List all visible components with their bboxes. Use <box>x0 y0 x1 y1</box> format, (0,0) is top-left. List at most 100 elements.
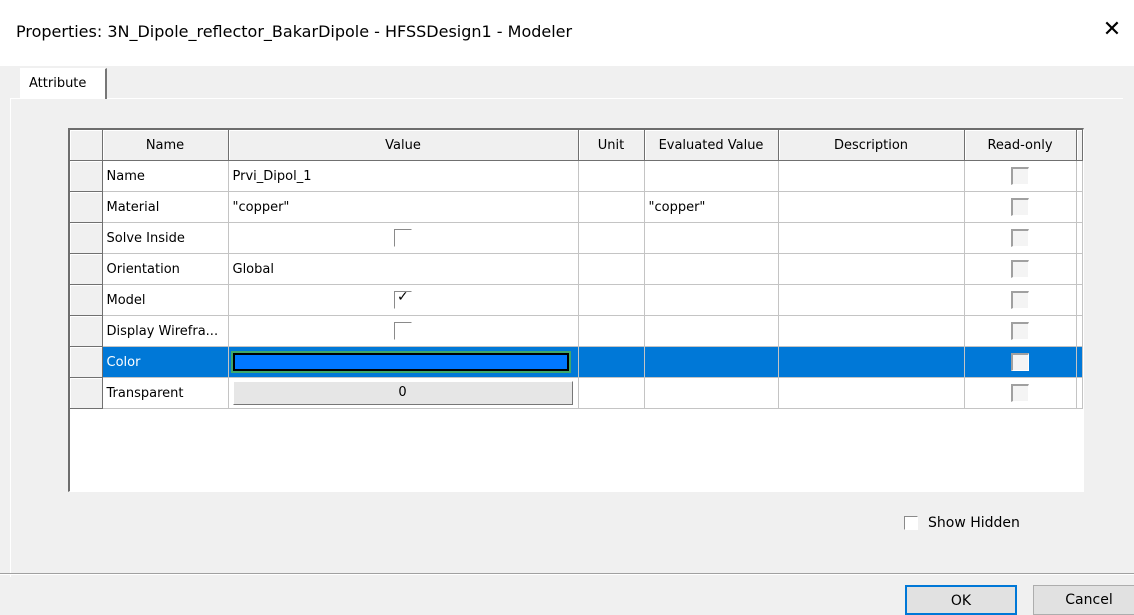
property-description[interactable] <box>778 315 965 347</box>
table-row[interactable]: Transparent 0 <box>70 377 1083 409</box>
property-value[interactable] <box>228 222 579 254</box>
property-unit <box>578 346 645 378</box>
column-header-unit[interactable]: Unit <box>578 130 645 161</box>
read-only-cell <box>964 222 1077 254</box>
column-header-value[interactable]: Value <box>228 130 579 161</box>
table-row[interactable]: Orientation Global <box>70 253 1083 285</box>
read-only-cell <box>964 284 1077 316</box>
property-unit <box>578 253 645 285</box>
property-value[interactable]: ✓ <box>228 284 579 316</box>
column-header-filler <box>1076 130 1083 161</box>
tab-attribute-label: Attribute <box>29 76 87 91</box>
property-value[interactable]: Prvi_Dipol_1 <box>228 160 579 192</box>
row-header[interactable] <box>70 160 103 192</box>
read-only-checkbox <box>1011 384 1029 402</box>
read-only-cell <box>964 377 1077 409</box>
property-evaluated <box>644 377 779 409</box>
property-value[interactable] <box>228 346 579 378</box>
property-unit <box>578 160 645 192</box>
property-evaluated: "copper" <box>644 191 779 223</box>
close-icon[interactable]: ✕ <box>1098 16 1126 44</box>
row-header[interactable] <box>70 253 103 285</box>
display-wireframe-checkbox[interactable] <box>394 322 412 340</box>
transparency-button[interactable]: 0 <box>232 381 573 405</box>
filler-cell <box>1076 191 1083 223</box>
filler-cell <box>1076 346 1083 378</box>
property-description[interactable] <box>778 284 965 316</box>
show-hidden-option[interactable]: Show Hidden <box>904 515 1020 531</box>
property-value[interactable]: Global <box>228 253 579 285</box>
property-unit <box>578 191 645 223</box>
property-evaluated <box>644 222 779 254</box>
read-only-checkbox <box>1011 229 1029 247</box>
column-header-description[interactable]: Description <box>778 130 965 161</box>
row-header[interactable] <box>70 377 103 409</box>
property-name: Display Wirefra... <box>102 315 229 347</box>
property-description[interactable] <box>778 346 965 378</box>
read-only-cell <box>964 346 1077 378</box>
property-unit <box>578 315 645 347</box>
tab-attribute[interactable]: Attribute <box>20 68 107 99</box>
table-row[interactable]: Model ✓ <box>70 284 1083 316</box>
property-value[interactable] <box>228 315 579 347</box>
property-unit <box>578 222 645 254</box>
read-only-checkbox <box>1011 260 1029 278</box>
property-name: Name <box>102 160 229 192</box>
read-only-checkbox <box>1011 322 1029 340</box>
column-header-read-only[interactable]: Read-only <box>964 130 1077 161</box>
table-row[interactable]: Material "copper" "copper" <box>70 191 1083 223</box>
property-value[interactable]: "copper" <box>228 191 579 223</box>
property-evaluated <box>644 160 779 192</box>
property-evaluated <box>644 346 779 378</box>
show-hidden-label: Show Hidden <box>928 515 1020 531</box>
property-description[interactable] <box>778 377 965 409</box>
window-title: Properties: 3N_Dipole_reflector_BakarDip… <box>16 22 573 41</box>
properties-grid[interactable]: Name Value Unit Evaluated Value Descript… <box>68 128 1084 492</box>
filler-cell <box>1076 160 1083 192</box>
read-only-checkbox <box>1011 167 1029 185</box>
row-header[interactable] <box>70 315 103 347</box>
read-only-checkbox <box>1011 198 1029 216</box>
properties-table: Name Value Unit Evaluated Value Descript… <box>70 130 1083 409</box>
row-header[interactable] <box>70 346 103 378</box>
read-only-cell <box>964 191 1077 223</box>
read-only-cell <box>964 160 1077 192</box>
property-description[interactable] <box>778 222 965 254</box>
check-icon: ✓ <box>397 289 409 305</box>
property-value[interactable]: 0 <box>228 377 579 409</box>
solve-inside-checkbox[interactable] <box>394 229 412 247</box>
model-checkbox[interactable]: ✓ <box>394 289 412 309</box>
row-header[interactable] <box>70 222 103 254</box>
color-swatch-button[interactable] <box>230 351 571 373</box>
read-only-cell <box>964 253 1077 285</box>
show-hidden-checkbox[interactable] <box>904 516 918 530</box>
table-row[interactable]: Name Prvi_Dipol_1 <box>70 160 1083 192</box>
property-evaluated <box>644 253 779 285</box>
read-only-checkbox <box>1011 291 1029 309</box>
table-row[interactable]: Solve Inside <box>70 222 1083 254</box>
footer-divider <box>0 573 1134 575</box>
property-unit <box>578 377 645 409</box>
column-header-name[interactable]: Name <box>102 130 229 161</box>
cancel-button[interactable]: Cancel <box>1033 585 1134 615</box>
property-name: Solve Inside <box>102 222 229 254</box>
read-only-checkbox <box>1011 353 1029 371</box>
property-description[interactable] <box>778 160 965 192</box>
property-unit <box>578 284 645 316</box>
property-evaluated <box>644 315 779 347</box>
property-name: Material <box>102 191 229 223</box>
header-row: Name Value Unit Evaluated Value Descript… <box>70 130 1083 161</box>
title-bar: Properties: 3N_Dipole_reflector_BakarDip… <box>0 0 1134 66</box>
table-row-selected[interactable]: Color <box>70 346 1083 378</box>
property-evaluated <box>644 284 779 316</box>
property-description[interactable] <box>778 191 965 223</box>
table-row[interactable]: Display Wirefra... <box>70 315 1083 347</box>
row-header[interactable] <box>70 191 103 223</box>
filler-cell <box>1076 315 1083 347</box>
property-description[interactable] <box>778 253 965 285</box>
column-header-evaluated-value[interactable]: Evaluated Value <box>644 130 779 161</box>
property-name: Orientation <box>102 253 229 285</box>
ok-button[interactable]: OK <box>905 585 1017 615</box>
row-header[interactable] <box>70 284 103 316</box>
filler-cell <box>1076 253 1083 285</box>
